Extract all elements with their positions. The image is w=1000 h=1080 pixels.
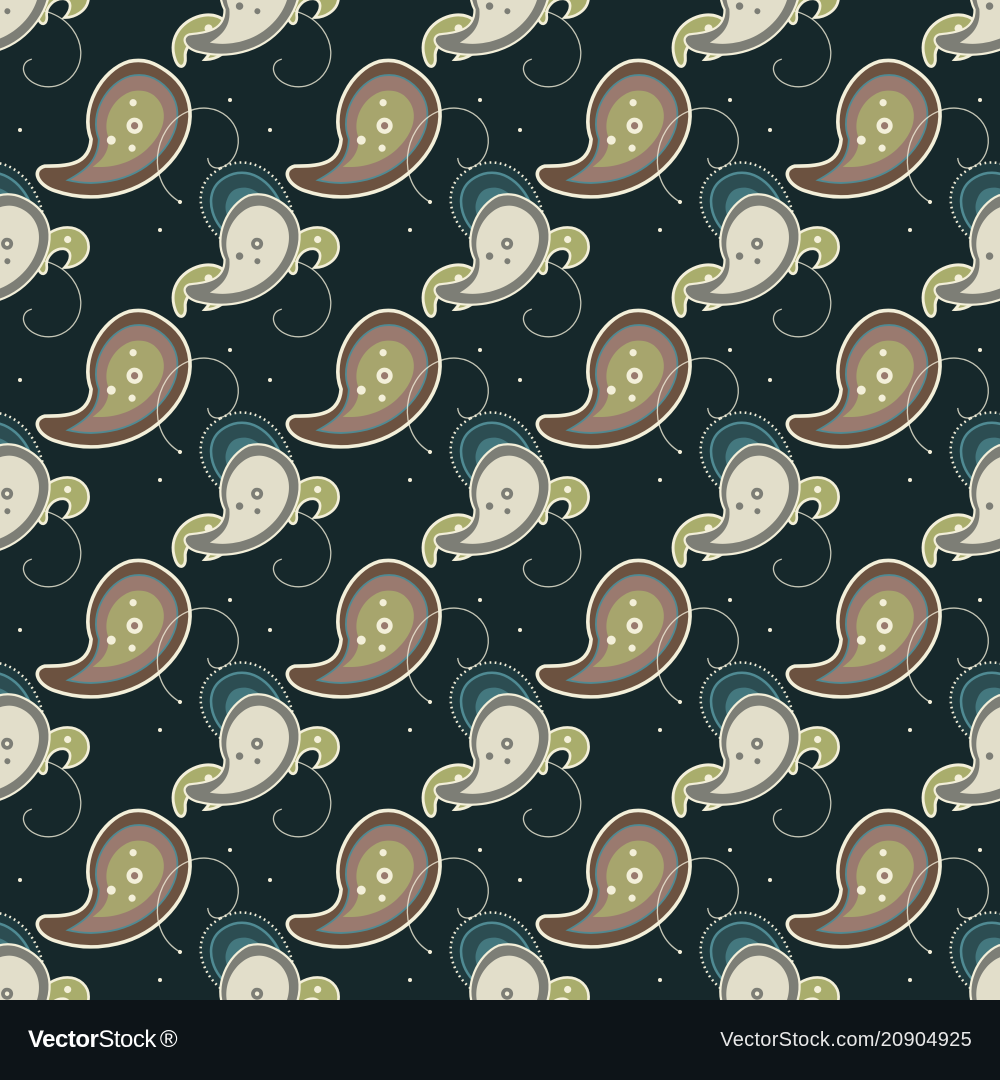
pattern-layer-lace <box>0 0 1000 1000</box>
logo-suffix: Stock <box>98 1026 156 1053</box>
vectorstock-logo: Vector Stock ® <box>28 1026 178 1054</box>
logo-prefix: Vector <box>28 1026 99 1053</box>
registered-mark: ® <box>159 1026 178 1053</box>
paisley-pattern <box>0 0 1000 1000</box>
watermark-footer: Vector Stock ® VectorStock.com/20904925 <box>0 1000 1000 1080</box>
image-credit: VectorStock.com/20904925 <box>720 1028 972 1051</box>
paisley-pattern-svg <box>0 0 1000 1000</box>
